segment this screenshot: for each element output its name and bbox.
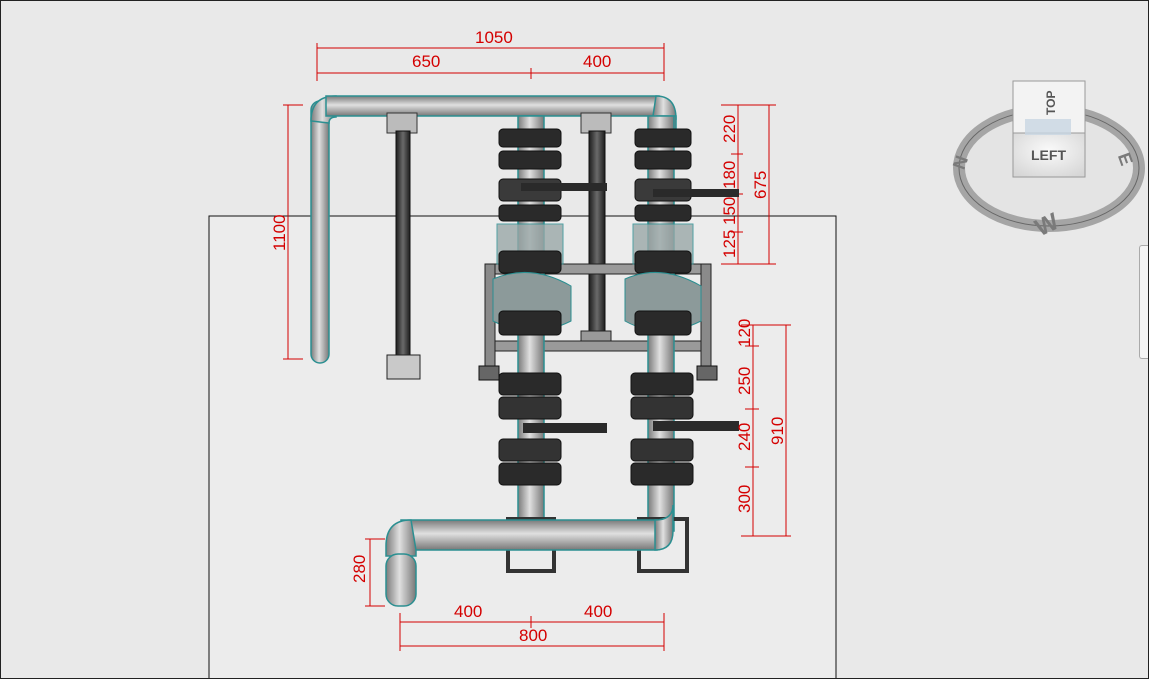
dim-top-right: 400 [583, 52, 611, 71]
dim-right-total: 675 [751, 171, 770, 199]
cube-face-label: LEFT [1031, 147, 1066, 163]
dim-lower-4: 300 [735, 485, 754, 513]
dim-lower-1: 120 [735, 319, 754, 347]
dim-right-2: 180 [720, 161, 739, 189]
dim-bottom-left: 400 [454, 602, 482, 621]
view-cube[interactable]: N E W LEFT TOP [949, 80, 1145, 242]
dim-left-height: 1100 [270, 214, 289, 251]
dim-lower-total: 910 [768, 417, 787, 445]
piping-model-view[interactable]: 1050 650 400 1100 220 180 150 125 675 12… [1, 1, 1148, 678]
dim-right-1: 220 [720, 115, 739, 143]
dim-top-total: 1050 [475, 28, 513, 47]
dim-top-left: 650 [412, 52, 440, 71]
dim-bottom-total: 800 [519, 626, 547, 645]
dim-lower-2: 250 [735, 367, 754, 395]
dim-bottom-vertical: 280 [350, 555, 369, 583]
dim-right-3: 150 [720, 197, 739, 225]
cad-viewport[interactable]: 1050 650 400 1100 220 180 150 125 675 12… [0, 0, 1149, 679]
cube-top-label: TOP [1044, 91, 1058, 115]
dim-bottom-right: 400 [584, 602, 612, 621]
dim-lower-3: 240 [735, 423, 754, 451]
side-panel-handle[interactable] [1139, 245, 1148, 359]
dim-right-4: 125 [720, 230, 739, 258]
